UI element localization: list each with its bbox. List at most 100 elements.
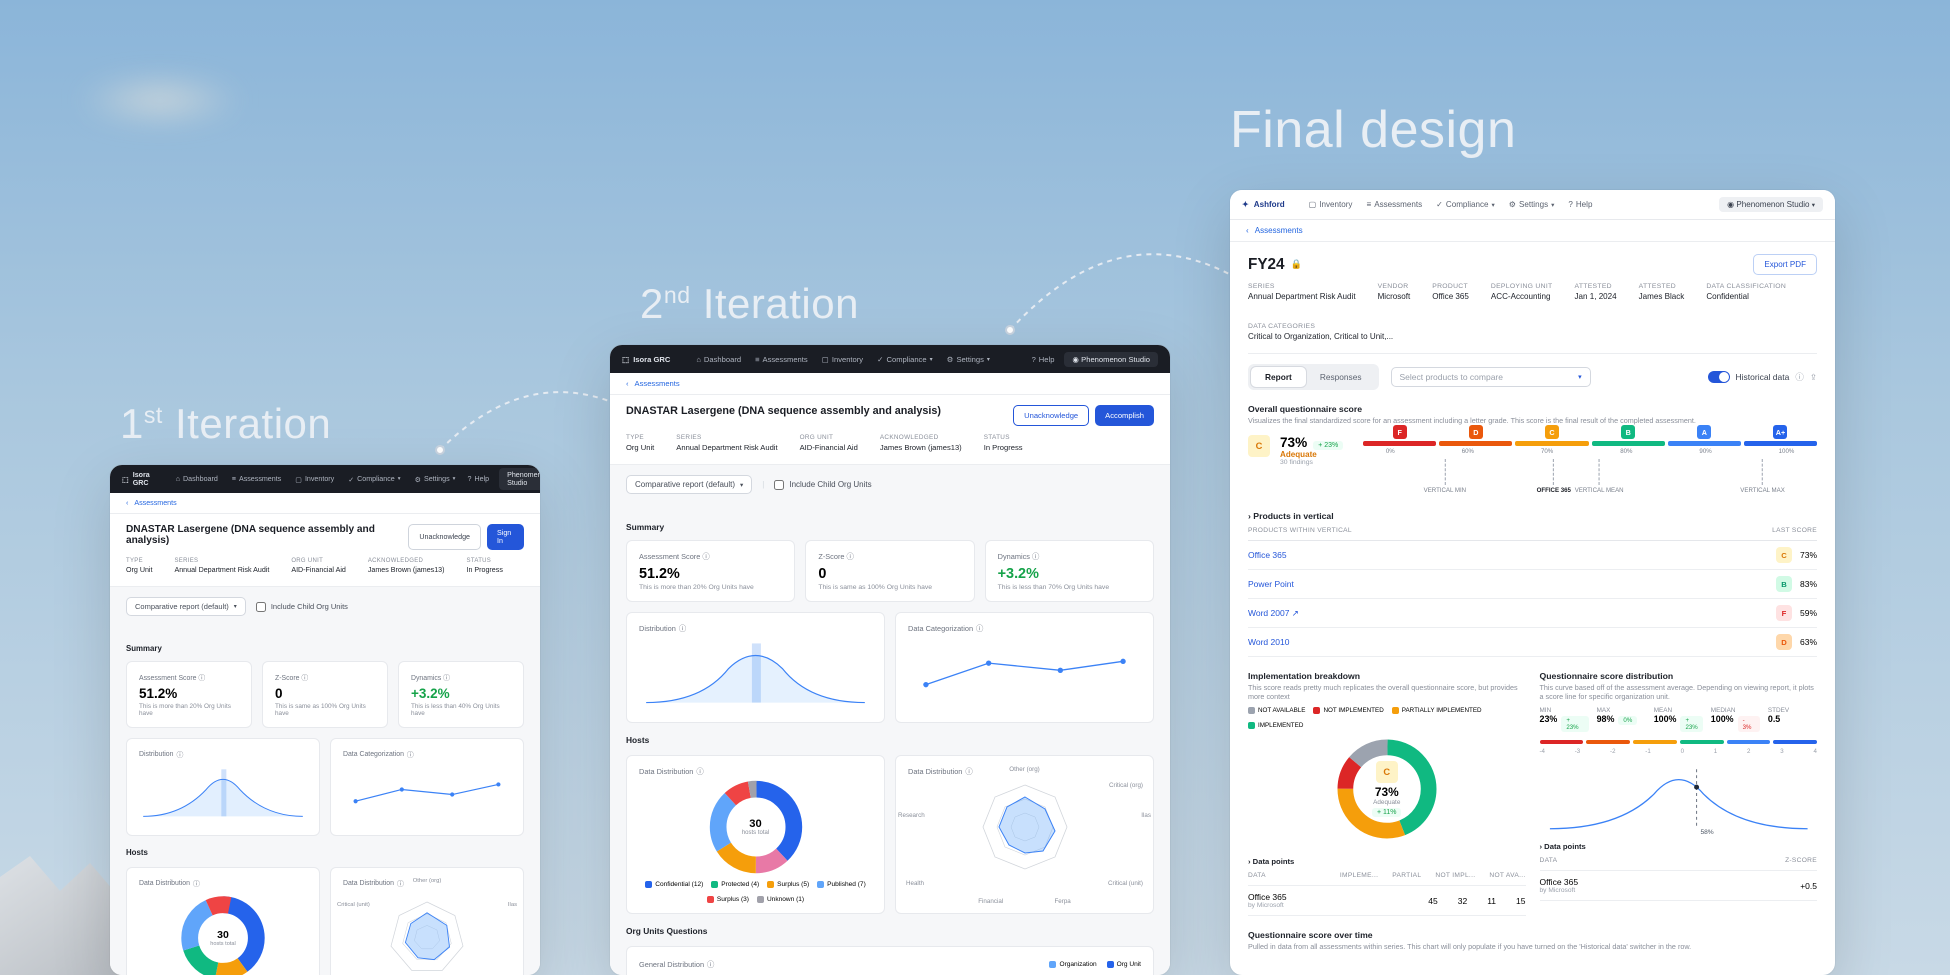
summary-heading: Summary: [626, 522, 1154, 532]
report-select[interactable]: Comparative report (default) ▾: [126, 597, 246, 616]
hosts-heading: Hosts: [626, 735, 1154, 745]
unacknowledge-button[interactable]: Unacknowledge: [408, 524, 481, 550]
meta-item: SERIESAnnual Department Risk Audit: [1248, 283, 1356, 301]
overall-pct: 73%: [1280, 435, 1307, 450]
tenant-badge[interactable]: Phenomenon Studio: [499, 468, 540, 490]
product-row[interactable]: Word 2010D63%: [1248, 628, 1817, 657]
brand: ✦ Ashford: [1242, 200, 1285, 209]
distribution-chart: Distribution ⓘ: [126, 738, 320, 836]
dist-heading: Questionnaire score distribution: [1540, 671, 1818, 681]
meta-item: VENDORMicrosoft: [1378, 283, 1411, 301]
nav-assessments[interactable]: ≡ Assessments: [755, 355, 808, 364]
legend-item: Unknown (1): [757, 896, 804, 903]
stat-card: Dynamics ⓘ+3.2%This is less than 40% Org…: [398, 661, 524, 728]
org-q-heading: Org Units Questions: [626, 926, 1154, 936]
include-children-checkbox[interactable]: Include Child Org Units: [774, 480, 871, 490]
accomplish-button[interactable]: Accomplish: [1095, 405, 1154, 426]
external-link-icon: ↗: [1292, 608, 1299, 618]
tab-report[interactable]: Report: [1251, 367, 1306, 387]
nav-inventory[interactable]: ▢ Inventory: [822, 355, 863, 364]
nav-help[interactable]: ? Help: [1568, 200, 1592, 209]
breadcrumb[interactable]: ‹ Assessments: [610, 373, 1170, 395]
meta-item: TYPEOrg Unit: [126, 558, 152, 574]
unacknowledge-button[interactable]: Unacknowledge: [1013, 405, 1089, 426]
product-row[interactable]: Office 365C73%: [1248, 541, 1817, 570]
tenant-badge[interactable]: ◉ Phenomenon Studio ▾: [1719, 197, 1823, 212]
tab-responses[interactable]: Responses: [1306, 367, 1376, 387]
nav-settings[interactable]: ⚙ Settings ▾: [947, 355, 990, 364]
report-select[interactable]: Comparative report (default) ▾: [626, 475, 752, 494]
legend-item: Surplus (5): [767, 881, 809, 888]
meta-item: DATA CLASSIFICATIONConfidential: [1706, 283, 1786, 301]
brand: ⬚ Isora GRC: [122, 471, 150, 487]
label-iteration-1: 1st Iteration: [120, 400, 331, 448]
meta-item: ORG UNITAID-Financial Aid: [800, 434, 858, 452]
nav-settings[interactable]: ⚙ Settings ▾: [1509, 200, 1555, 209]
compare-select[interactable]: Select products to compare ▾: [1391, 367, 1591, 387]
nav-compliance[interactable]: ✓ Compliance ▾: [348, 475, 400, 484]
meta-item: ACKNOWLEDGEDJames Brown (james13): [880, 434, 962, 452]
nav-inventory[interactable]: ▢ Inventory: [1309, 200, 1353, 209]
impl-heading: Implementation breakdown: [1248, 671, 1526, 681]
legend-item: Confidential (12): [645, 881, 703, 888]
nav-assessments[interactable]: ≡ Assessments: [232, 475, 281, 484]
score-heading: Overall questionnaire score: [1248, 404, 1817, 414]
nav-settings[interactable]: ⚙ Settings ▾: [415, 475, 456, 484]
stat-card: Dynamics ⓘ+3.2%This is less than 70% Org…: [985, 540, 1154, 602]
share-icon[interactable]: ⇪: [1810, 372, 1817, 383]
final-design-mockup: ✦ Ashford ▢ Inventory ≡ Assessments ✓ Co…: [1230, 190, 1835, 975]
nav-inventory[interactable]: ▢ Inventory: [295, 475, 334, 484]
page-title: DNASTAR Lasergene (DNA sequence assembly…: [626, 405, 941, 417]
stat-card: Assessment Score ⓘ51.2%This is more than…: [626, 540, 795, 602]
breadcrumb[interactable]: ‹ Assessments: [110, 493, 540, 514]
radar-chart: Data Distribution ⓘ Other (org) Critical…: [895, 755, 1154, 914]
label-iteration-2: 2nd Iteration: [640, 280, 859, 328]
meta-item: ATTESTEDJames Black: [1639, 283, 1685, 301]
product-row[interactable]: Word 2007 ↗F59%: [1248, 599, 1817, 628]
nav-bar: ✦ Ashford ▢ Inventory ≡ Assessments ✓ Co…: [1230, 190, 1835, 220]
legend-item: NOT IMPLEMENTED: [1313, 707, 1383, 714]
nav-compliance[interactable]: ✓ Compliance ▾: [1436, 200, 1495, 209]
meta-item: TYPEOrg Unit: [626, 434, 654, 452]
meta-item: STATUSIn Progress: [984, 434, 1023, 452]
breadcrumb[interactable]: ‹ Assessments: [1230, 220, 1835, 242]
summary-heading: Summary: [126, 644, 524, 653]
bars-chart: General Distribution ⓘ OrganizationOrg U…: [626, 946, 1154, 975]
nav-help[interactable]: ? Help: [1032, 355, 1055, 364]
legend-item: Organization: [1049, 961, 1096, 968]
legend-item: Published (7): [817, 881, 866, 888]
legend-item: Org Unit: [1107, 961, 1141, 968]
nav-assessments[interactable]: ≡ Assessments: [1366, 200, 1422, 209]
stat-card: Z-Score ⓘ0This is same as 100% Org Units…: [262, 661, 388, 728]
score-subtext: Visualizes the final standardized score …: [1248, 416, 1817, 425]
distribution-chart: Distribution ⓘ: [626, 612, 885, 723]
categorization-chart: Data Categorization ⓘ: [895, 612, 1154, 723]
iteration-1-mockup: ⬚ Isora GRC ⌂ Dashboard ≡ Assessments ▢ …: [110, 465, 540, 975]
meta-item: DEPLOYING UNITACC-Accounting: [1491, 283, 1553, 301]
signin-button[interactable]: Sign In: [487, 524, 524, 550]
radar-chart: Data Distribution ⓘ Other (org) Ilas Fer…: [330, 867, 524, 975]
product-row[interactable]: Power PointB83%: [1248, 570, 1817, 599]
tenant-badge[interactable]: ◉ Phenomenon Studio: [1064, 352, 1158, 367]
nav-dashboard[interactable]: ⌂ Dashboard: [696, 355, 741, 364]
nav-dashboard[interactable]: ⌂ Dashboard: [176, 475, 218, 484]
donut-chart: Data Distribution ⓘ 30hosts total Confid…: [126, 867, 320, 975]
meta-item: DATA CATEGORIESCritical to Organization,…: [1248, 323, 1393, 341]
export-pdf-button[interactable]: Export PDF: [1753, 254, 1817, 275]
historical-data-toggle[interactable]: [1708, 371, 1730, 383]
legend-item: NOT AVAILABLE: [1248, 707, 1305, 714]
legend-item: Protected (4): [711, 881, 759, 888]
page-title: DNASTAR Lasergene (DNA sequence assembly…: [126, 524, 408, 546]
connector-2-3: [1000, 230, 1260, 360]
info-icon[interactable]: ⓘ: [1795, 371, 1804, 383]
meta-item: ORG UNITAID-Financial Aid: [291, 558, 346, 574]
meta-item: SERIESAnnual Department Risk Audit: [676, 434, 777, 452]
brand: ⬚ Isora GRC: [622, 355, 670, 364]
meta-item: ATTESTEDJan 1, 2024: [1574, 283, 1616, 301]
include-children-checkbox[interactable]: Include Child Org Units: [256, 602, 348, 612]
meta-item: STATUSIn Progress: [467, 558, 503, 574]
nav-compliance[interactable]: ✓ Compliance ▾: [877, 355, 933, 364]
nav-help[interactable]: ? Help: [468, 475, 490, 483]
nav-bar: ⬚ Isora GRC ⌂ Dashboard ≡ Assessments ▢ …: [610, 345, 1170, 373]
donut-chart: Data Distribution ⓘ 30hosts total Confid…: [626, 755, 885, 914]
